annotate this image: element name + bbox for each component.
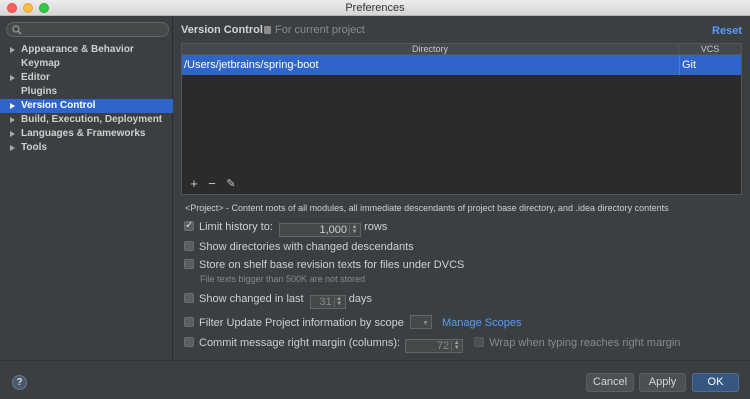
wrap-option: Wrap when typing reaches right margin: [474, 337, 680, 349]
vcs-mappings-table: Directory VCS /Users/jetbrains/spring-bo…: [181, 43, 742, 195]
sidebar-item-appearance-behavior[interactable]: Appearance & Behavior: [0, 43, 173, 57]
days-suffix: days: [348, 293, 372, 305]
stepper-arrows-icon[interactable]: ▲ ▼: [333, 296, 344, 307]
remove-icon[interactable]: −: [205, 177, 219, 191]
window-title: Preferences: [345, 2, 405, 14]
column-header-directory[interactable]: Directory: [182, 44, 679, 54]
manage-scopes-link[interactable]: Manage Scopes: [442, 317, 522, 329]
column-divider: [679, 55, 680, 75]
history-rows-stepper[interactable]: 1,000 ▲ ▼: [279, 223, 362, 237]
directory-cell: /Users/jetbrains/spring-boot: [184, 59, 319, 71]
wrap-checkbox[interactable]: [474, 337, 485, 347]
expand-arrow-icon[interactable]: [10, 117, 15, 123]
table-row[interactable]: /Users/jetbrains/spring-boot Git: [182, 55, 741, 75]
show-dirs-label: Show directories with changed descendant…: [199, 241, 414, 253]
edit-icon[interactable]: ✎: [224, 177, 238, 191]
limit-history-label: Limit history to:: [199, 221, 273, 233]
table-header: Directory VCS: [182, 44, 741, 55]
settings-sidebar: Appearance & Behavior Keymap Editor Plug…: [0, 16, 173, 360]
search-input[interactable]: [6, 22, 169, 37]
history-rows-value: 1,000: [319, 224, 348, 236]
sidebar-item-plugins[interactable]: Plugins: [0, 85, 173, 99]
sidebar-item-label: Appearance & Behavior: [21, 44, 134, 55]
store-shelf-label: Store on shelf base revision texts for f…: [199, 259, 465, 271]
limit-history-option: Limit history to: 1,000 ▲▼ rows: [184, 219, 388, 237]
scope-text: For current project: [275, 24, 365, 36]
apply-button[interactable]: Apply: [639, 373, 686, 392]
commit-margin-option: Commit message right margin (columns): 7…: [184, 336, 680, 353]
store-shelf-hint: File texts bigger than 500K are not stor…: [200, 274, 366, 284]
sidebar-item-label: Languages & Frameworks: [21, 128, 146, 139]
days-stepper[interactable]: 31 ▲ ▼: [309, 295, 346, 309]
ok-button[interactable]: OK: [692, 373, 739, 392]
cancel-button[interactable]: Cancel: [586, 373, 634, 392]
chevron-down-icon: ▼: [421, 320, 429, 327]
expand-arrow-icon[interactable]: [10, 103, 15, 109]
filter-update-option: Filter Update Project information by sco…: [184, 315, 521, 329]
show-changed-option: Show changed in last 31 ▲ ▼ days: [184, 292, 372, 309]
page-title: Version Control: [181, 24, 263, 36]
search-icon: [12, 25, 22, 35]
stepper-arrows-icon[interactable]: ▲ ▼: [349, 224, 359, 235]
show-dirs-checkbox[interactable]: [184, 241, 194, 251]
sidebar-item-label: Keymap: [21, 58, 60, 69]
show-changed-label: Show changed in last: [199, 293, 304, 305]
margin-columns-stepper[interactable]: 72 ▲ ▼: [405, 339, 464, 353]
vcs-cell: Git: [682, 59, 697, 71]
stepper-arrows-icon[interactable]: ▲ ▼: [451, 340, 461, 351]
sidebar-item-label: Build, Execution, Deployment: [21, 114, 163, 125]
sidebar-item-editor[interactable]: Editor: [0, 71, 173, 85]
sidebar-item-keymap[interactable]: Keymap: [0, 57, 173, 71]
sidebar-item-label: Tools: [21, 142, 47, 153]
expand-arrow-icon[interactable]: [10, 131, 15, 137]
scope-label: For current project: [264, 24, 365, 36]
sidebar-item-label: Editor: [21, 72, 50, 83]
sidebar-item-label: Plugins: [21, 86, 58, 97]
add-icon[interactable]: +: [187, 177, 201, 191]
scope-dropdown[interactable]: ▼: [409, 315, 432, 329]
show-dirs-option: Show directories with changed descendant…: [184, 240, 414, 254]
filter-update-label: Filter Update Project information by sco…: [199, 317, 404, 329]
wrap-label: Wrap when typing reaches right margin: [489, 337, 681, 349]
limit-history-checkbox[interactable]: [184, 219, 194, 233]
reset-link[interactable]: Reset: [712, 25, 742, 37]
sidebar-item-version-control[interactable]: Version Control: [0, 99, 173, 113]
sidebar-item-tools[interactable]: Tools: [0, 141, 173, 155]
column-header-vcs[interactable]: VCS: [679, 44, 741, 54]
show-changed-checkbox[interactable]: [184, 293, 194, 303]
store-shelf-checkbox[interactable]: [184, 259, 194, 269]
settings-tree: Appearance & Behavior Keymap Editor Plug…: [0, 43, 173, 155]
filter-update-checkbox[interactable]: [184, 317, 194, 327]
window-titlebar: Preferences: [0, 0, 750, 16]
history-rows-suffix: rows: [364, 221, 388, 233]
commit-margin-checkbox[interactable]: [184, 337, 194, 347]
version-control-panel: Version Control For current project Rese…: [174, 16, 750, 360]
roots-description: <Project> - Content roots of all modules…: [185, 203, 669, 213]
sidebar-item-languages-frameworks[interactable]: Languages & Frameworks: [0, 127, 173, 141]
commit-margin-label: Commit message right margin (columns):: [199, 337, 401, 349]
project-scope-icon: [264, 26, 271, 34]
store-shelf-option: Store on shelf base revision texts for f…: [184, 258, 464, 272]
expand-arrow-icon[interactable]: [10, 145, 15, 151]
sidebar-item-build-execution-deployment[interactable]: Build, Execution, Deployment: [0, 113, 173, 127]
help-icon[interactable]: ?: [12, 375, 27, 390]
expand-arrow-icon[interactable]: [10, 75, 15, 81]
sidebar-item-label: Version Control: [21, 100, 96, 111]
days-value: 31: [319, 296, 332, 308]
dialog-footer: ? Cancel Apply OK: [0, 360, 750, 399]
expand-arrow-icon[interactable]: [10, 47, 15, 53]
margin-columns-value: 72: [436, 340, 450, 352]
